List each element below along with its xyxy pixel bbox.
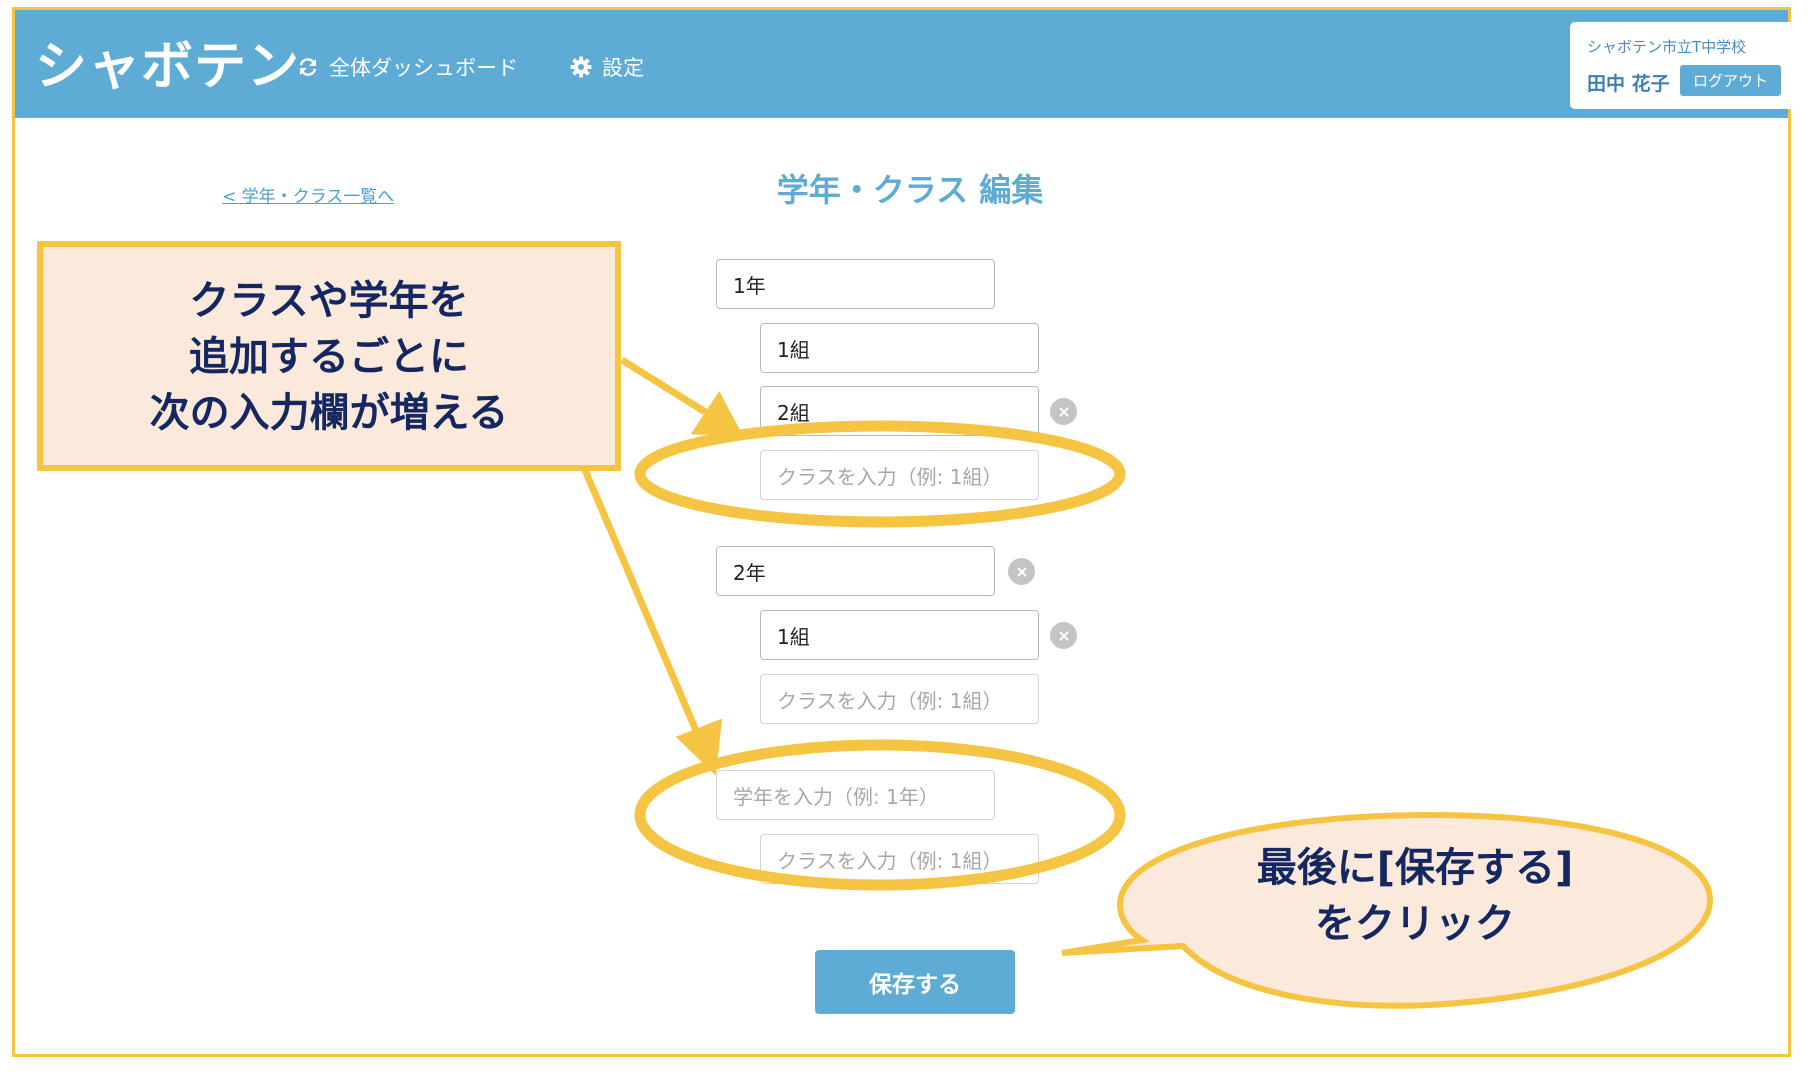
arrow-line (620, 357, 712, 418)
callout-text: クラスや学年を 追加するごとに 次の入力欄が増える (43, 273, 615, 441)
arrow-head (690, 391, 743, 436)
callout-line: 次の入力欄が増える (149, 390, 509, 436)
arrow-line (581, 468, 704, 742)
callout-line: 追加するごとに (189, 334, 469, 380)
highlight-ellipse (634, 420, 1126, 528)
speech-bubble-text: 最後に[保存する] をクリック (1160, 840, 1670, 952)
callout-line: 最後に[保存する] (1256, 845, 1574, 891)
callout-line: をクリック (1315, 901, 1515, 947)
arrow-head (675, 718, 723, 776)
callout-box: クラスや学年を 追加するごとに 次の入力欄が増える (37, 241, 621, 471)
callout-line: クラスや学年を (189, 278, 469, 324)
